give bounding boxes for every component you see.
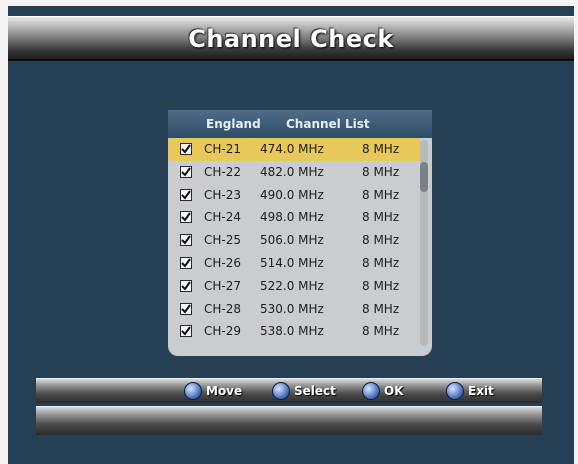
checkbox[interactable] bbox=[180, 234, 192, 247]
channel-frequency: 474.0 MHz bbox=[260, 142, 324, 156]
checkbox[interactable] bbox=[180, 165, 192, 178]
channel-rows: CH-21 474.0 MHz 8 MHz CH-22 482.0 MHz 8 … bbox=[168, 138, 420, 343]
channel-bandwidth: 8 MHz bbox=[362, 255, 400, 270]
ok-icon bbox=[362, 382, 380, 400]
hint-label: Move bbox=[206, 384, 243, 398]
move-icon bbox=[184, 382, 202, 400]
checkbox[interactable] bbox=[180, 211, 192, 224]
channel-row[interactable]: CH-21 474.0 MHz 8 MHz bbox=[168, 138, 420, 161]
channel-bandwidth: 8 MHz bbox=[362, 164, 400, 179]
key-hint-bar: Move Select OK Exit bbox=[36, 378, 542, 403]
channel-bandwidth: 8 MHz bbox=[362, 210, 400, 225]
channel-row[interactable]: CH-26 514.0 MHz 8 MHz bbox=[168, 252, 420, 275]
checkmark-icon bbox=[181, 144, 191, 154]
channel-bandwidth: 8 MHz bbox=[362, 324, 400, 339]
region-label: England bbox=[206, 117, 261, 131]
channel-name: CH-21 bbox=[204, 142, 242, 156]
checkmark-icon bbox=[181, 235, 191, 245]
channel-name: CH-26 bbox=[204, 255, 242, 270]
checkmark-icon bbox=[181, 281, 191, 291]
channel-name: CH-23 bbox=[204, 187, 242, 202]
channel-list-header: England Channel List bbox=[168, 110, 432, 138]
channel-frequency: 522.0 MHz bbox=[260, 278, 324, 293]
checkmark-icon bbox=[181, 190, 191, 200]
channel-name: CH-28 bbox=[204, 301, 242, 316]
channel-row[interactable]: CH-24 498.0 MHz 8 MHz bbox=[168, 206, 420, 229]
page-title: Channel Check bbox=[188, 25, 394, 53]
scrollbar[interactable] bbox=[420, 140, 428, 346]
channel-list-title: Channel List bbox=[286, 117, 370, 131]
channel-name: CH-24 bbox=[204, 210, 242, 225]
channel-row[interactable]: CH-29 538.0 MHz 8 MHz bbox=[168, 320, 420, 343]
channel-bandwidth: 8 MHz bbox=[362, 278, 400, 293]
exit-icon bbox=[446, 382, 464, 400]
checkbox[interactable] bbox=[180, 302, 192, 315]
checkbox[interactable] bbox=[180, 325, 192, 338]
channel-bandwidth: 8 MHz bbox=[362, 187, 400, 202]
hint-label: Select bbox=[294, 384, 336, 398]
hint-label: Exit bbox=[468, 384, 494, 398]
checkbox[interactable] bbox=[180, 143, 192, 155]
hint-label: OK bbox=[384, 384, 404, 398]
checkbox[interactable] bbox=[180, 256, 192, 269]
channel-frequency: 538.0 MHz bbox=[260, 324, 324, 339]
channel-list-panel: England Channel List CH-21 474.0 MHz 8 M… bbox=[168, 110, 432, 356]
channel-bandwidth: 8 MHz bbox=[362, 142, 400, 156]
channel-frequency: 506.0 MHz bbox=[260, 233, 324, 248]
checkmark-icon bbox=[181, 326, 191, 336]
channel-frequency: 490.0 MHz bbox=[260, 187, 324, 202]
channel-name: CH-27 bbox=[204, 278, 242, 293]
checkmark-icon bbox=[181, 167, 191, 177]
checkmark-icon bbox=[181, 258, 191, 268]
channel-row[interactable]: CH-25 506.0 MHz 8 MHz bbox=[168, 229, 420, 252]
checkbox[interactable] bbox=[180, 279, 192, 292]
channel-name: CH-25 bbox=[204, 233, 242, 248]
info-bar bbox=[36, 406, 542, 435]
channel-frequency: 482.0 MHz bbox=[260, 164, 324, 179]
channel-frequency: 514.0 MHz bbox=[260, 255, 324, 270]
channel-row[interactable]: CH-28 530.0 MHz 8 MHz bbox=[168, 298, 420, 321]
channel-row[interactable]: CH-22 482.0 MHz 8 MHz bbox=[168, 161, 420, 184]
channel-frequency: 498.0 MHz bbox=[260, 210, 324, 225]
channel-bandwidth: 8 MHz bbox=[362, 233, 400, 248]
checkmark-icon bbox=[181, 212, 191, 222]
channel-frequency: 530.0 MHz bbox=[260, 301, 324, 316]
checkbox[interactable] bbox=[180, 188, 192, 201]
channel-row[interactable]: CH-27 522.0 MHz 8 MHz bbox=[168, 275, 420, 298]
tv-screen: Channel Check England Channel List CH-21… bbox=[8, 6, 574, 464]
channel-bandwidth: 8 MHz bbox=[362, 301, 400, 316]
channel-name: CH-22 bbox=[204, 164, 242, 179]
select-icon bbox=[272, 382, 290, 400]
channel-row[interactable]: CH-23 490.0 MHz 8 MHz bbox=[168, 184, 420, 207]
checkmark-icon bbox=[181, 303, 191, 314]
channel-name: CH-29 bbox=[204, 324, 242, 339]
scrollbar-thumb[interactable] bbox=[420, 162, 428, 192]
